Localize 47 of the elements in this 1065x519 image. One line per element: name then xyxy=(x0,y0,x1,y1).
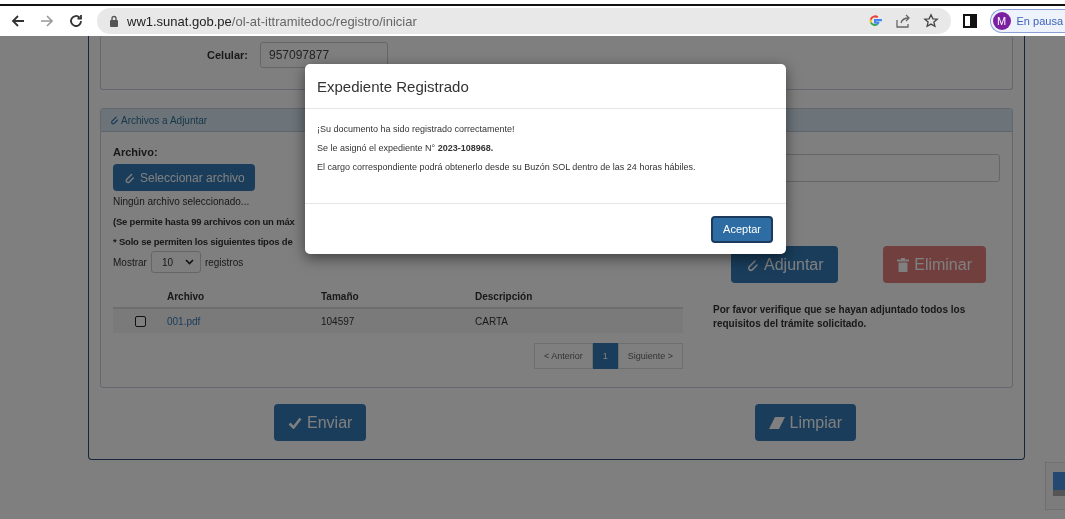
records-label: registros xyxy=(204,256,244,268)
chevron-down-icon xyxy=(184,259,194,265)
column-header: Archivo xyxy=(167,290,206,302)
accept-button[interactable]: Aceptar xyxy=(711,215,773,243)
page-button[interactable]: 1 xyxy=(592,343,618,369)
trash-icon xyxy=(897,257,910,272)
send-button[interactable]: Enviar xyxy=(274,404,367,441)
url-text: ww1.sunat.gob.pe/ol-at-ittramitedoc/registro/iniciar xyxy=(127,13,417,29)
file-link[interactable]: 001.pdf xyxy=(167,315,321,327)
check-icon xyxy=(288,416,302,429)
table-cell-text: 104597 xyxy=(321,315,356,327)
dialog-message: El cargo correspondiente podrá obtenerlo desde su Buzón SOL dentro de las 24 horas hábiles. xyxy=(317,162,697,172)
reload-icon[interactable] xyxy=(68,13,84,29)
forward-icon[interactable] xyxy=(39,13,55,29)
paperclip-icon xyxy=(745,257,759,272)
select-file-button[interactable]: Seleccionar archivo xyxy=(113,164,255,191)
paperclip-icon xyxy=(109,114,119,126)
checkbox[interactable] xyxy=(134,315,146,327)
previous-page-button[interactable]: < Anterior xyxy=(533,343,593,369)
paperclip-icon xyxy=(123,171,135,184)
dialog-title: Expediente Registrado xyxy=(317,77,469,95)
share-icon[interactable] xyxy=(894,13,911,29)
back-icon[interactable] xyxy=(10,13,26,29)
field-label: Celular: xyxy=(206,49,248,61)
star-icon[interactable] xyxy=(922,13,939,29)
verify-note: Por favor verifique que se hayan adjuntado todos los requisitos del trámite solicitado. xyxy=(713,303,967,331)
upload-note: (Se permite hasta 99 archivos con un máx xyxy=(113,216,295,227)
field-label: Archivo: xyxy=(113,146,158,158)
file-status: Ningún archivo seleccionado... xyxy=(113,196,250,207)
delete-button[interactable]: Eliminar xyxy=(883,246,986,283)
lock-icon xyxy=(109,15,119,27)
column-header: Tamaño xyxy=(321,290,360,302)
panel-title: Archivos a Adjuntar xyxy=(121,114,208,126)
profile-button[interactable]: M En pausa xyxy=(989,9,1065,33)
avatar-icon: M xyxy=(992,12,1011,30)
show-label: Mostrar xyxy=(113,256,147,268)
dialog-message: ¡Su documento ha sido registrado correctamente! xyxy=(317,124,516,134)
clear-button[interactable]: Limpiar xyxy=(754,404,856,441)
eraser-icon xyxy=(768,416,785,429)
next-page-button[interactable]: Siguiente > xyxy=(617,343,683,369)
table-cell-text: CARTA xyxy=(475,315,509,327)
file-types-note: * Solo se permiten los siguientes tipos de xyxy=(113,236,293,247)
page-size-select[interactable]: 10 xyxy=(150,251,201,273)
dialog-message: Se le asignó el expediente N° 2023-108968. xyxy=(317,143,495,153)
column-header: Descripción xyxy=(475,290,534,302)
side-panel-icon[interactable] xyxy=(962,14,977,28)
address-bar[interactable]: ww1.sunat.gob.pe/ol-at-ittramitedoc/registro/iniciar xyxy=(97,8,951,34)
